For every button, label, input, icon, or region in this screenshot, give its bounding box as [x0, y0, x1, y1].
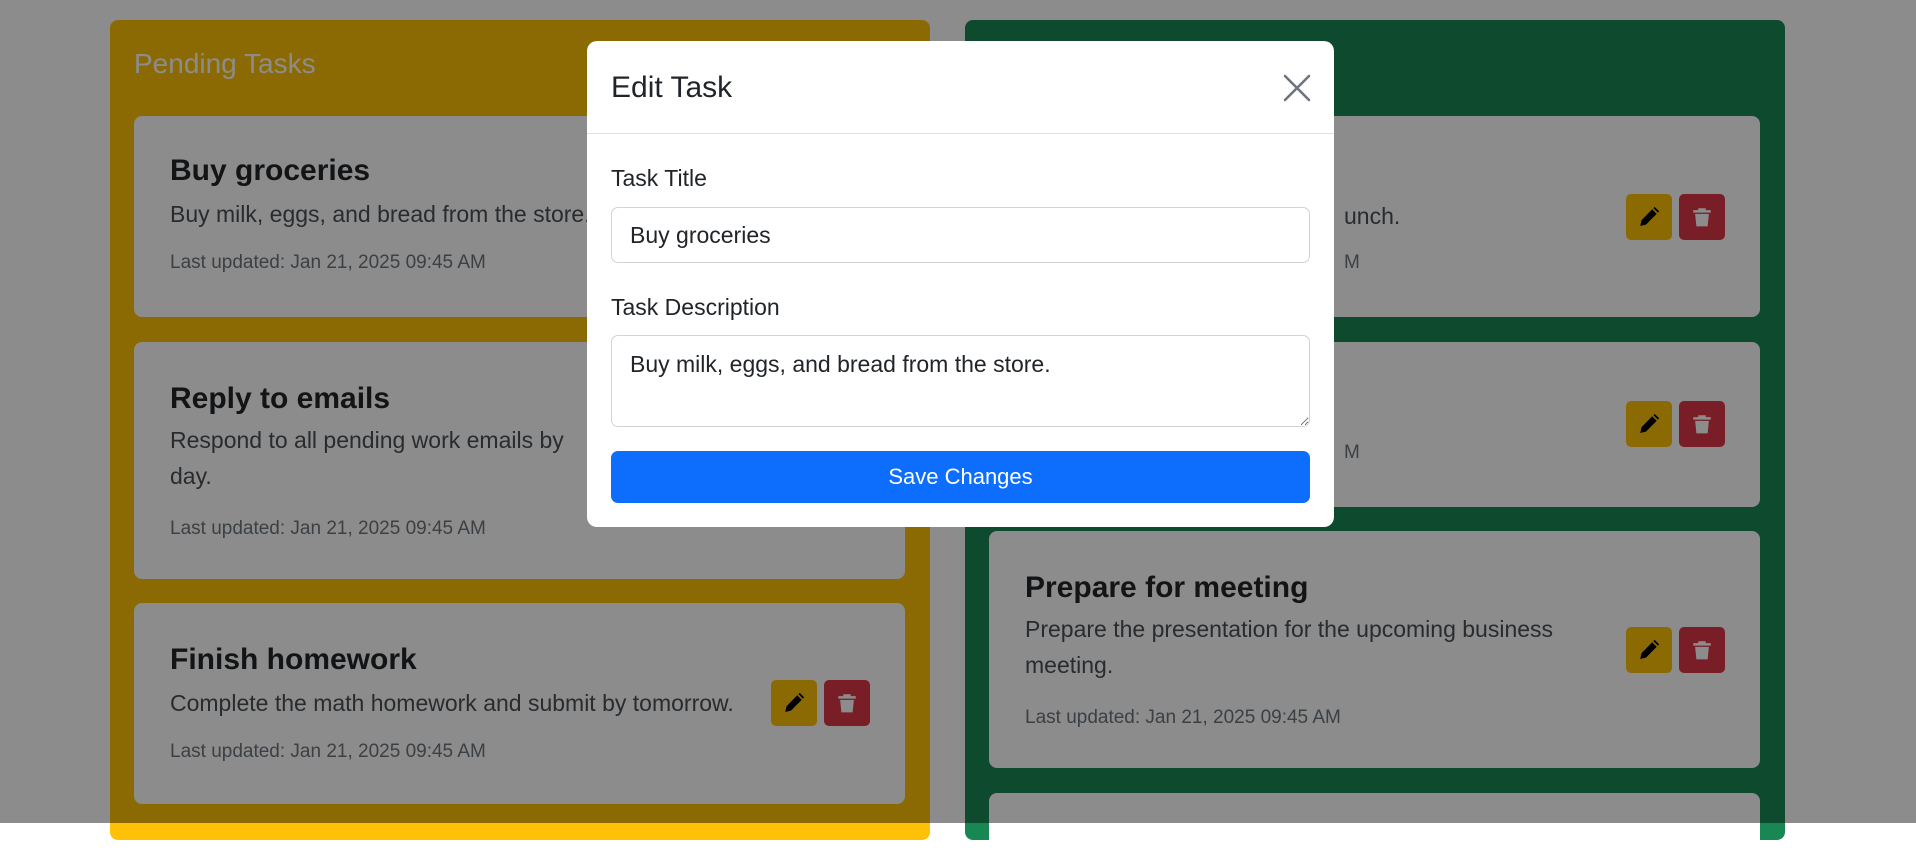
modal-header: Edit Task: [587, 41, 1334, 134]
save-changes-button[interactable]: Save Changes: [611, 451, 1310, 503]
close-button[interactable]: [1280, 71, 1314, 105]
task-title-label: Task Title: [611, 165, 707, 191]
task-title-input[interactable]: [611, 207, 1310, 263]
task-description-textarea[interactable]: Buy milk, eggs, and bread from the store…: [611, 335, 1310, 427]
task-description-label: Task Description: [611, 294, 780, 320]
modal-title: Edit Task: [611, 71, 733, 104]
edit-task-modal: Edit Task Task Title Task Description Bu…: [587, 41, 1334, 527]
close-icon: [1283, 74, 1311, 102]
